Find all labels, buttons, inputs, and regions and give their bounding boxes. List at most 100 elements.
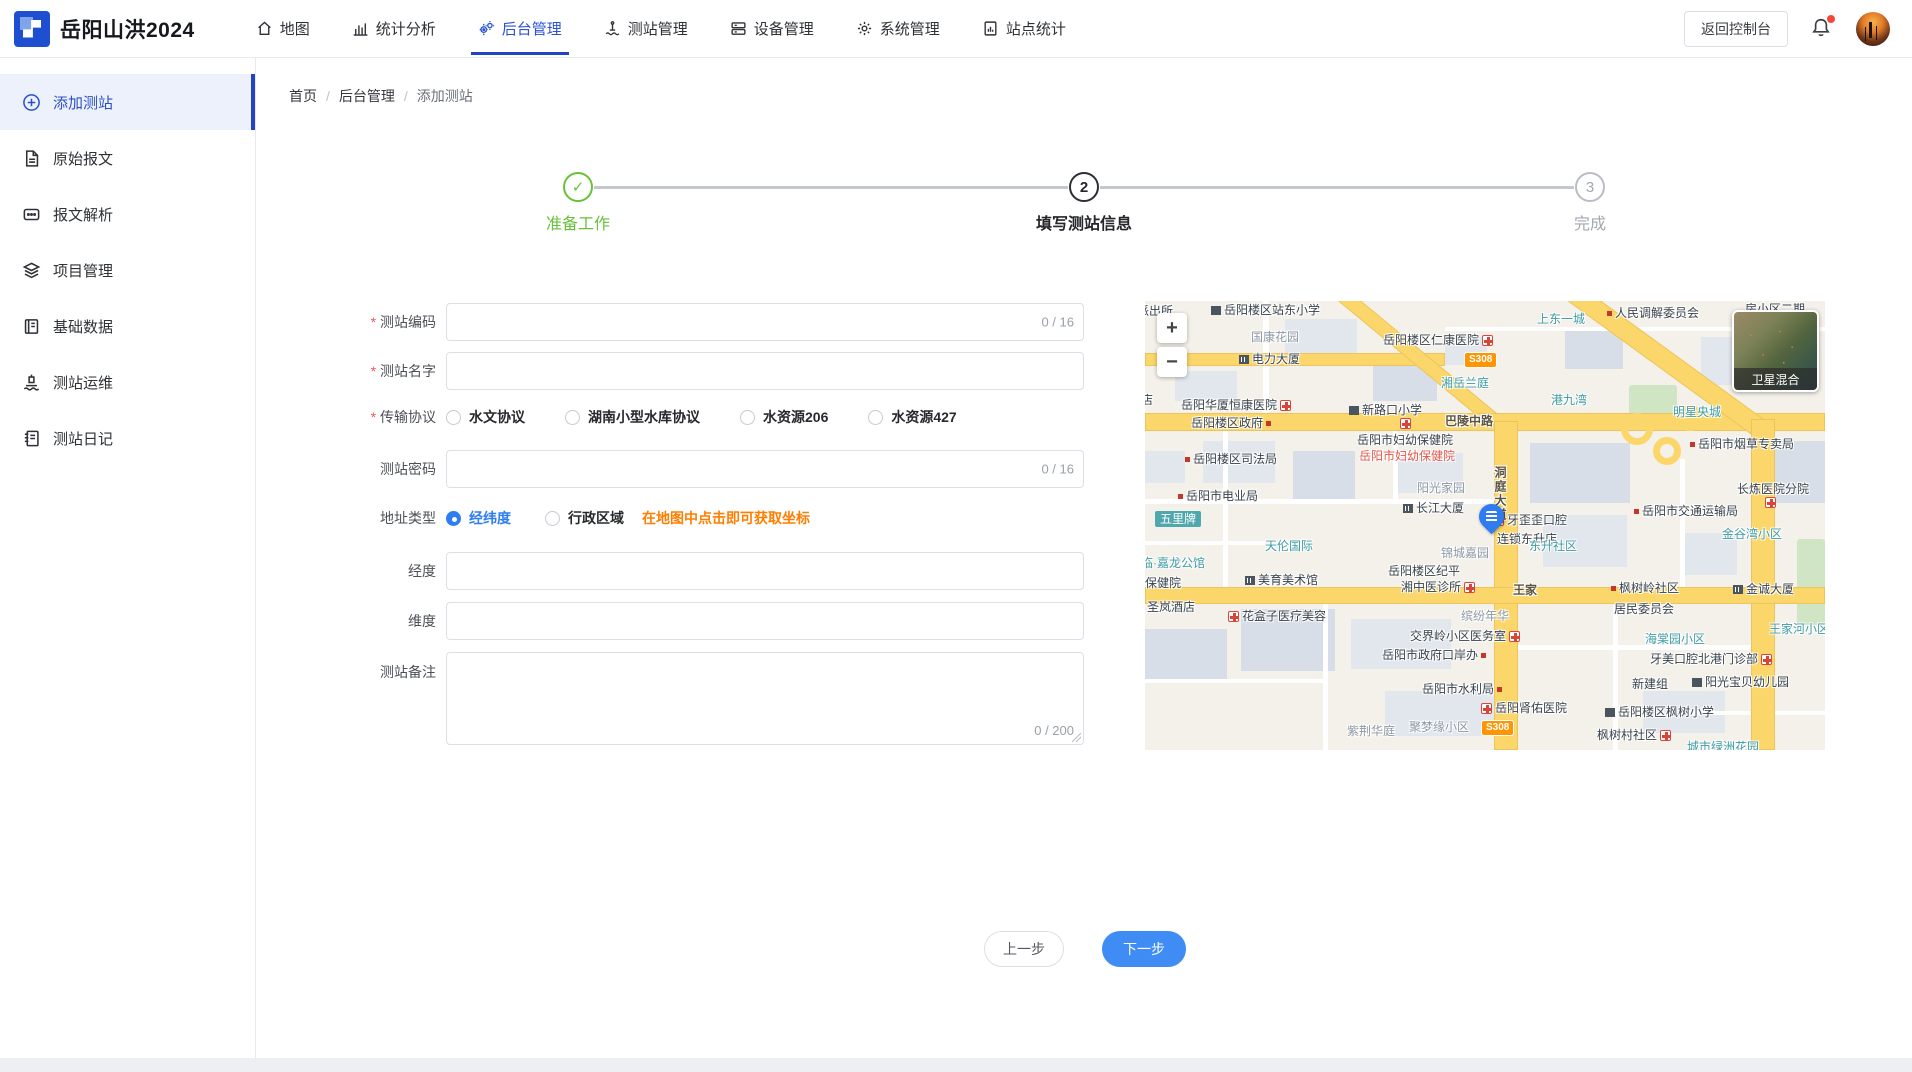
step-marker: 3 [1585, 178, 1595, 196]
bar-chart-icon [353, 23, 368, 36]
char-counter: 0 / 16 [1041, 461, 1074, 477]
map-label: 岳阳市交通运输局 [1634, 505, 1738, 517]
notification-bell-icon[interactable] [1810, 14, 1835, 41]
map-zoom-in-button[interactable]: + [1157, 313, 1187, 343]
map-canvas[interactable]: + − 卫星混合 派出所岳阳楼区站东小学国康花园电力大厦岳阳楼区仁康医院上东一城… [1145, 301, 1825, 750]
map-label-text: 岳阳市政府口岸办 [1382, 648, 1479, 662]
map-building-block [1145, 629, 1227, 681]
field-label: 测站备注 [380, 664, 436, 680]
station-code-input[interactable] [447, 304, 1083, 340]
map-label: 花盒子医疗美容 [1228, 610, 1326, 622]
radio-protocol-water427[interactable]: 水资源427 [868, 407, 957, 427]
nav-item-site-stats[interactable]: 站点统计 [961, 0, 1087, 58]
radio-addr-lnglat[interactable]: 经纬度 [446, 508, 511, 528]
char-counter: 0 / 16 [1041, 314, 1074, 330]
map-label-text: 湘岳兰庭 [1441, 376, 1490, 390]
station-name-input[interactable] [447, 353, 1083, 389]
map-label: 缤纷年华 [1461, 610, 1509, 622]
radio-protocol-hydrology[interactable]: 水文协议 [446, 407, 525, 427]
map-label-text: 聚梦缘小区 [1409, 720, 1470, 734]
map-label-text: 五里牌 [1160, 512, 1197, 526]
nav-item-device-mgmt[interactable]: 设备管理 [709, 0, 835, 58]
map-label-text: 阳光家园 [1417, 481, 1466, 495]
map-label: 岳阳肾佑医院 [1481, 702, 1567, 714]
map-label-text: 岳阳市电业局 [1186, 489, 1259, 503]
radio-protocol-water206[interactable]: 水资源206 [740, 407, 828, 427]
map-label: 岳阳市妇幼保健院 [1357, 434, 1453, 446]
back-to-console-button[interactable]: 返回控制台 [1684, 10, 1788, 47]
radio-label: 水文协议 [469, 409, 525, 425]
museum-map-icon [1245, 575, 1255, 585]
step-2-label: 填写测站信息 [1035, 216, 1133, 233]
form-row-protocol: 传输协议 水文协议 湖南小型水库协议 水资源206 水资源427 [256, 407, 997, 427]
map-label: 港九湾 [1551, 394, 1587, 406]
map-label-text: 城市绿洲花园 [1687, 740, 1760, 750]
map-label-text: 金谷湾小区 [1722, 527, 1783, 541]
longitude-input[interactable] [447, 553, 1083, 589]
form-row-latitude: 维度 [256, 602, 1084, 640]
map-label: 海棠园小区 [1645, 633, 1705, 645]
map-label: 阳光家园 [1417, 482, 1465, 494]
sidebar-item-message-parsing[interactable]: 报文解析 [0, 186, 255, 242]
map-label-text: 海棠园小区 [1645, 632, 1706, 646]
prev-step-button[interactable]: 上一步 [984, 931, 1064, 967]
map-label-text: 牙歪歪口腔 [1507, 513, 1568, 527]
radio-label: 行政区域 [568, 510, 624, 526]
map-label-text: 王家河小区 [1769, 622, 1825, 636]
map-zoom-out-button[interactable]: − [1157, 347, 1187, 377]
nav-item-map[interactable]: 地图 [235, 0, 331, 58]
sidebar-item-station-ops[interactable]: 测站运维 [0, 354, 255, 410]
map-label-text: 幼保健院 [1145, 576, 1182, 590]
diary-icon [24, 430, 39, 446]
map-label-text: 岳阳市交通运输局 [1642, 504, 1739, 518]
app-title: 岳阳山洪2024 [60, 18, 195, 42]
radio-protocol-hunan-reservoir[interactable]: 湖南小型水库协议 [565, 407, 700, 427]
radio-addr-region[interactable]: 行政区域 [545, 508, 624, 528]
map-label-text: 圣岚酒店 [1147, 600, 1196, 614]
header-right: 返回控制台 [1684, 10, 1890, 47]
map-road [1145, 587, 1825, 604]
user-avatar[interactable] [1856, 11, 1890, 46]
nav-item-statistics[interactable]: 统计分析 [331, 0, 457, 58]
cross-map-icon [1481, 702, 1492, 714]
sidebar-item-label: 原始报文 [53, 150, 114, 168]
sidebar-item-project-mgmt[interactable]: 项目管理 [0, 242, 255, 298]
breadcrumb-backend[interactable]: 后台管理 [339, 86, 395, 106]
map-label-text: 岳阳楼区仁康医院 [1383, 333, 1480, 347]
message-icon [23, 208, 40, 220]
map-label: 枫树岭社区 [1611, 582, 1679, 594]
school-map-icon [1692, 677, 1702, 687]
map-label: S308 [1465, 353, 1497, 367]
map-label-text: 岳阳肾佑医院 [1495, 701, 1568, 715]
map-label-text: 新路口小学 [1362, 403, 1423, 417]
breadcrumb-home[interactable]: 首页 [289, 86, 317, 106]
next-step-button[interactable]: 下一步 [1102, 931, 1186, 967]
nav-item-backend-admin[interactable]: 后台管理 [457, 0, 583, 58]
content-area: 首页 / 后台管理 / 添加测站 ✓ 2 3 准备工作 填写测站信息 完成 测站… [256, 58, 1912, 1058]
map-label: 长炼医院分院 [1737, 483, 1809, 495]
nav-item-system-mgmt[interactable]: 系统管理 [835, 0, 961, 58]
sidebar-item-station-diary[interactable]: 测站日记 [0, 410, 255, 466]
nav-item-station-mgmt[interactable]: 测站管理 [583, 0, 709, 58]
station-note-textarea[interactable] [447, 653, 1083, 744]
map-street [1323, 604, 1328, 750]
map-label: 岳阳楼区司法局 [1185, 453, 1277, 465]
gears-icon [479, 21, 494, 36]
sidebar-item-basic-data[interactable]: 基础数据 [0, 298, 255, 354]
sidebar-item-add-station[interactable]: 添加测站 [0, 74, 255, 130]
map-label: 王家河小区 [1769, 623, 1825, 635]
map-pick-hint: 在地图中点击即可获取坐标 [642, 510, 810, 526]
map-layer-toggle[interactable]: 卫星混合 [1732, 310, 1819, 392]
step-1-circle: ✓ [563, 172, 593, 202]
map-label: 圣岚酒店 [1147, 601, 1195, 613]
radio-icon [565, 409, 580, 425]
sidebar-item-raw-messages[interactable]: 原始报文 [0, 130, 255, 186]
station-password-input[interactable] [447, 451, 1083, 487]
latitude-input[interactable] [447, 603, 1083, 639]
char-counter: 0 / 200 [1034, 723, 1074, 738]
map-label-text: 港九湾 [1551, 393, 1588, 407]
map-label: 临·嘉龙公馆 [1145, 557, 1205, 569]
ops-icon [23, 374, 40, 391]
map-label-text: 巴陵中路 [1445, 414, 1494, 428]
map-label-text: 岳阳市水利局 [1422, 682, 1495, 696]
